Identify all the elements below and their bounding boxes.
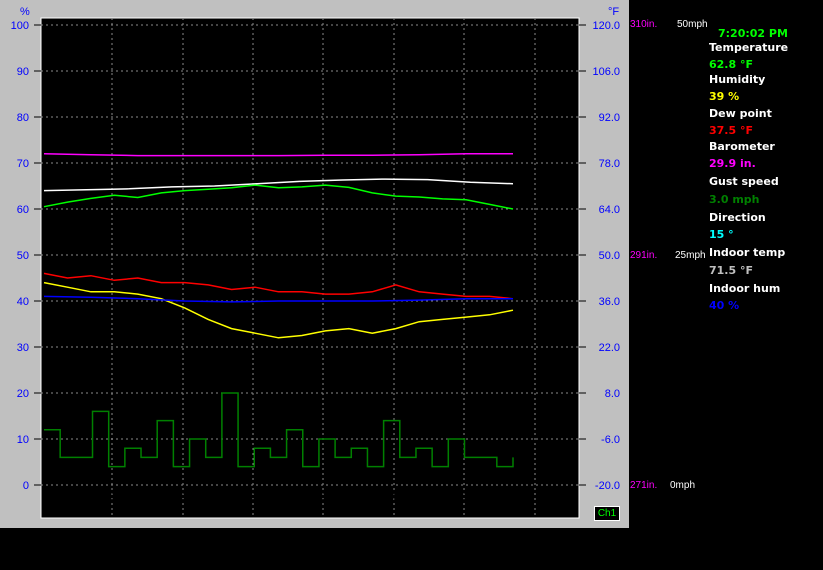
left-tick-label: 30 [17,342,29,354]
pressure-top-label: 310in. [630,19,658,30]
x-tick-date: 4/27/2003 [370,504,419,516]
pressure-mid-label: 291in. [630,250,658,261]
temperature-label: Temperature [709,41,789,54]
left-tick-label: 100 [11,20,29,32]
right-unit-label: °F [608,6,619,18]
direction-value: 15 ° [709,228,734,241]
weather-chart: 1009080706050403020100120.0106.092.078.0… [11,6,620,519]
x-tick-date: 4/27/2003 [159,504,208,516]
left-tick-label: 20 [17,388,29,400]
wind-bottom-label: 0mph [670,480,696,491]
temperature-value: 62.8 °F [709,58,753,71]
right-tick-label: 106.0 [592,66,620,78]
pressure-bottom-label: 271in. [630,480,658,491]
barometer-label: Barometer [709,140,775,153]
right-tick-label: -20.0 [595,480,620,492]
wind-mid-label: 25mph [675,250,706,261]
x-tick-time: 5:29:48 PM [366,491,422,503]
x-tick-time: 3:21:03 PM [225,491,281,503]
indoor-temp-value: 71.5 °F [709,264,753,277]
gust-speed-label: Gust speed [709,175,779,188]
current-time: 7:20:02 PM [718,27,788,40]
left-tick-label: 50 [17,250,29,262]
x-tick-date: 4/27/2003 [88,504,137,516]
humidity-value: 39 % [709,90,740,103]
barometer-value: 29.9 in. [709,157,756,170]
dew-point-value: 37.5 °F [709,124,753,137]
x-tick-date: 4/27/2003 [299,504,348,516]
x-tick-time: 4:25:31 PM [295,491,351,503]
indoor-hum-value: 40 % [709,299,740,312]
x-tick-date: 4/27/2003 [440,504,489,516]
right-tick-label: 36.0 [599,296,620,308]
dew-point-label: Dew point [709,107,772,120]
x-tick-date: 4/27/2003 [229,504,278,516]
left-tick-label: 40 [17,296,29,308]
x-tick-time: 1:03:02 PM [84,491,140,503]
left-unit-label: % [20,6,30,18]
right-tick-label: 8.0 [605,388,620,400]
left-tick-label: 70 [17,158,29,170]
right-tick-label: 78.0 [599,158,620,170]
right-tick-label: 50.0 [599,250,620,262]
wind-top-label: 50mph [677,19,708,30]
right-tick-label: 22.0 [599,342,620,354]
right-tick-label: 64.0 [599,204,620,216]
indoor-hum-label: Indoor hum [709,282,781,295]
right-tick-label: -6.0 [601,434,620,446]
direction-label: Direction [709,211,766,224]
left-tick-label: 80 [17,112,29,124]
right-tick-label: 92.0 [599,112,620,124]
left-tick-label: 90 [17,66,29,78]
left-tick-label: 60 [17,204,29,216]
indoor-temp-label: Indoor temp [709,246,786,259]
left-tick-label: 0 [23,480,29,492]
left-tick-label: 10 [17,434,29,446]
humidity-label: Humidity [709,73,766,86]
x-tick-time: 6:34:04 PM [436,491,492,503]
gust-speed-value: 3.0 mph [709,193,760,206]
right-tick-label: 120.0 [592,20,620,32]
channel-button[interactable]: Ch1 [594,506,620,521]
plot-area [40,17,580,519]
x-tick-time: 2:16:26 PM [155,491,211,503]
